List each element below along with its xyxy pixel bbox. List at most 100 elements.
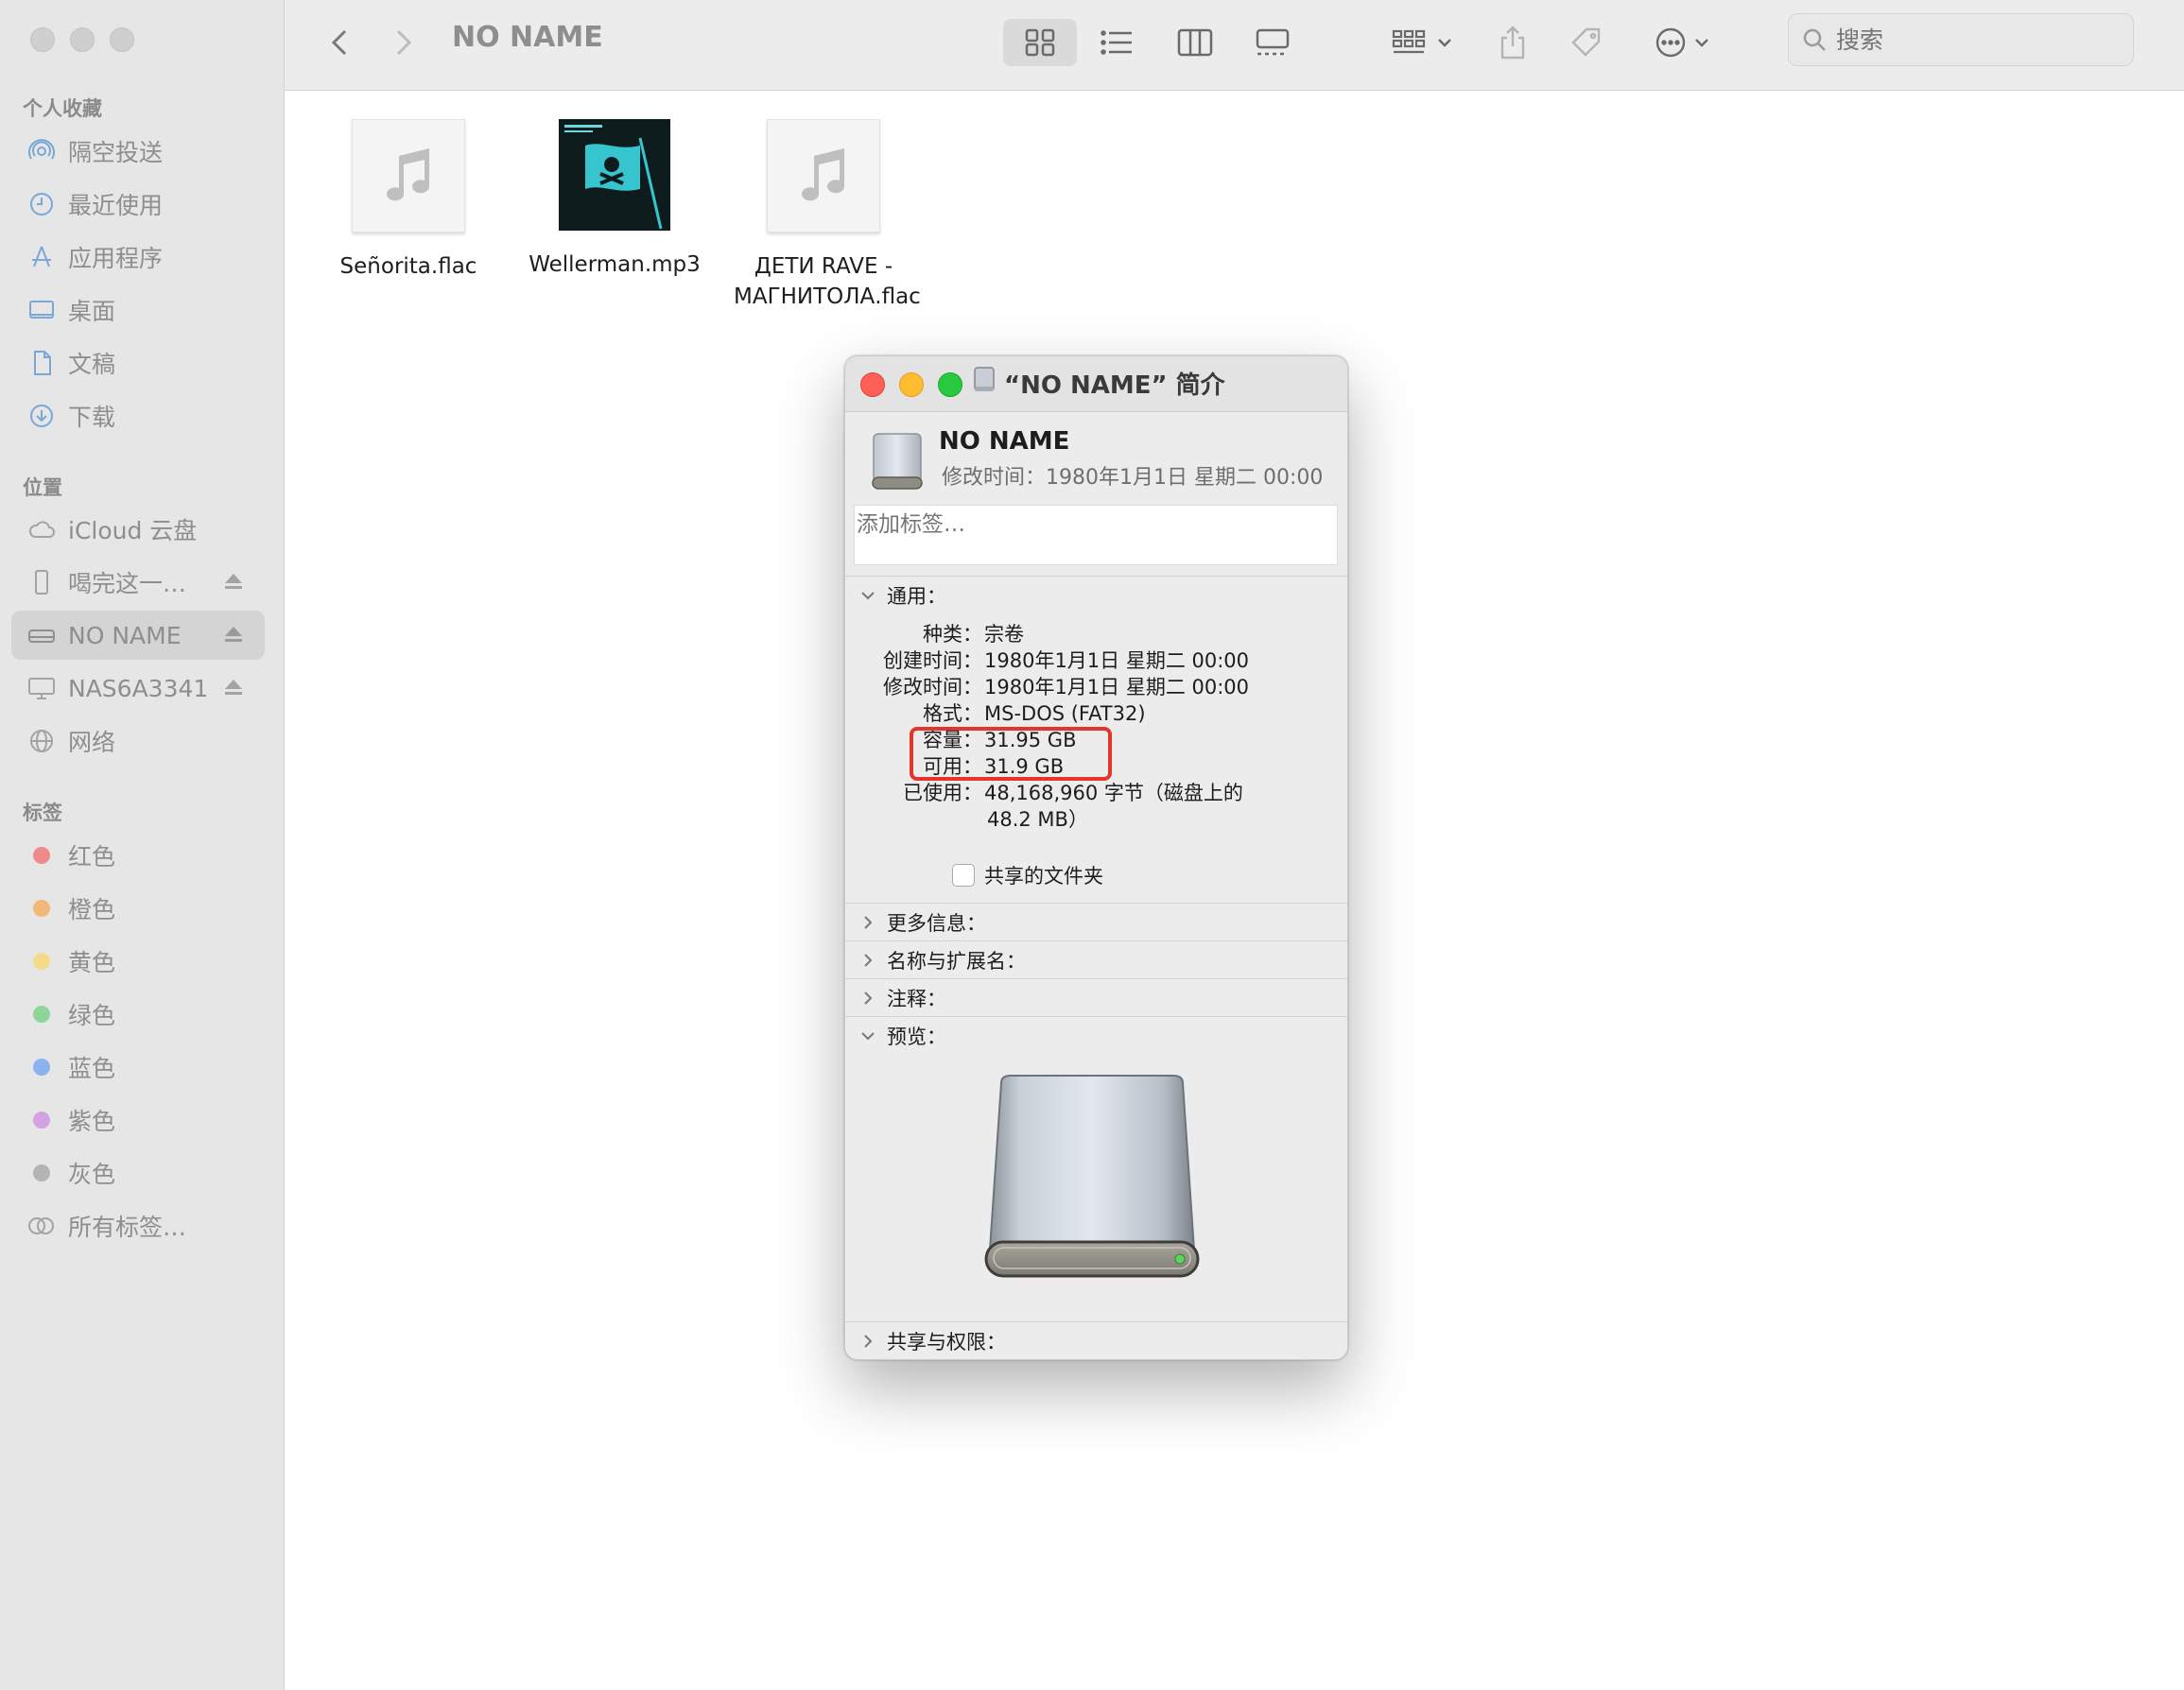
sidebar-item-label: 绿色: [68, 1002, 116, 1029]
file-item[interactable]: Señorita.flac: [300, 119, 517, 282]
desktop-icon: [26, 295, 57, 325]
file-item[interactable]: ДЕТИ RAVE - МАГНИТОЛА.flac: [715, 119, 932, 312]
toolbar: NO NAME: [285, 0, 2184, 91]
sidebar: 个人收藏 隔空投送 最近使用 应用程序 桌面 文稿 下载 位置 iCloud 云…: [0, 0, 285, 1690]
sidebar-tag-red[interactable]: 红色: [11, 831, 265, 880]
file-name: Señorita.flac: [339, 254, 477, 279]
sidebar-tag-green[interactable]: 绿色: [11, 990, 265, 1039]
tags-input[interactable]: [855, 511, 1331, 538]
minimize-button[interactable]: [899, 372, 924, 397]
more-info-section-header[interactable]: 更多信息：: [858, 908, 986, 937]
sidebar-item-phone[interactable]: 喝完这一…: [11, 558, 265, 607]
group-by-button[interactable]: [1381, 19, 1463, 66]
phone-icon: [26, 567, 57, 597]
tag-dot-icon: [26, 1105, 57, 1135]
download-icon: [26, 401, 57, 431]
list-icon: [1101, 30, 1132, 55]
zoom-button[interactable]: [110, 27, 134, 52]
sidebar-item-desktop[interactable]: 桌面: [11, 285, 265, 335]
get-info-window: “NO NAME” 简介 NO NAME 修改时间：1980年1月1日 星期二 …: [844, 355, 1348, 1360]
sidebar-item-downloads[interactable]: 下载: [11, 391, 265, 440]
window-title: NO NAME: [452, 21, 603, 54]
checkbox[interactable]: [952, 864, 975, 887]
comments-section-header[interactable]: 注释：: [858, 984, 946, 1012]
sharing-permissions-section-header[interactable]: 共享与权限：: [858, 1327, 1006, 1355]
eject-icon[interactable]: [223, 622, 244, 649]
forward-button[interactable]: [387, 19, 421, 66]
chevron-down-icon: [858, 590, 877, 601]
list-view-button[interactable]: [1081, 19, 1154, 66]
eject-icon[interactable]: [223, 675, 244, 702]
search-icon: [1803, 28, 1826, 51]
sidebar-item-recents[interactable]: 最近使用: [11, 180, 265, 229]
tags-field[interactable]: [854, 505, 1338, 565]
gallery-view-button[interactable]: [1236, 19, 1309, 66]
sidebar-item-network[interactable]: 网络: [11, 716, 265, 766]
sidebar-item-label: 下载: [68, 404, 116, 431]
tag-dot-icon: [26, 840, 57, 871]
general-section-header[interactable]: 通用：: [858, 581, 946, 610]
chevron-right-icon: [858, 953, 877, 968]
drive-icon: [26, 620, 57, 650]
column-view-button[interactable]: [1158, 19, 1232, 66]
share-icon: [1500, 26, 1525, 60]
share-button[interactable]: [1489, 19, 1536, 66]
name-extension-section-header[interactable]: 名称与扩展名：: [858, 946, 1026, 974]
divider: [845, 978, 1347, 979]
chevron-right-icon: [858, 1334, 877, 1349]
sidebar-item-nas[interactable]: NAS6A3341: [11, 664, 265, 713]
sidebar-tag-blue[interactable]: 蓝色: [11, 1043, 265, 1092]
search-input[interactable]: [1834, 25, 2103, 55]
shared-folder-checkbox[interactable]: 共享的文件夹: [952, 861, 1103, 889]
music-file-icon: [767, 119, 880, 233]
minimize-button[interactable]: [70, 27, 95, 52]
airdrop-icon: [26, 136, 57, 166]
group-grid-icon: [1392, 29, 1426, 54]
search-field[interactable]: [1788, 13, 2134, 66]
sidebar-item-label: 橙色: [68, 896, 116, 923]
preview-section-header[interactable]: 预览：: [858, 1022, 946, 1050]
tag-dot-icon: [26, 1158, 57, 1188]
modified-summary: 修改时间：1980年1月1日 星期二 00:00: [942, 466, 1324, 490]
file-item[interactable]: Wellerman.mp3: [506, 119, 723, 280]
sidebar-item-label: 灰色: [68, 1161, 116, 1188]
tag-button[interactable]: [1563, 19, 1610, 66]
sidebar-item-label: 网络: [68, 729, 116, 756]
zoom-button[interactable]: [938, 372, 962, 397]
sidebar-tag-orange[interactable]: 橙色: [11, 884, 265, 933]
volume-icon: [868, 430, 927, 496]
tag-dot-icon: [26, 999, 57, 1029]
chevron-down-icon: [858, 1030, 877, 1042]
sidebar-item-label: 蓝色: [68, 1055, 116, 1082]
sidebar-item-label: 应用程序: [68, 245, 164, 272]
sidebar-item-no-name[interactable]: NO NAME: [11, 611, 265, 660]
back-button[interactable]: [322, 19, 356, 66]
sidebar-tag-gray[interactable]: 灰色: [11, 1148, 265, 1198]
sidebar-tag-yellow[interactable]: 黄色: [11, 937, 265, 986]
divider: [845, 903, 1347, 904]
sidebar-tag-purple[interactable]: 紫色: [11, 1095, 265, 1145]
close-button[interactable]: [30, 27, 55, 52]
highlight-box: [910, 727, 1112, 781]
sidebar-item-applications[interactable]: 应用程序: [11, 233, 265, 282]
tag-dot-icon: [26, 893, 57, 923]
info-window-controls: [860, 372, 962, 397]
tag-dot-icon: [26, 946, 57, 976]
sidebar-item-icloud[interactable]: iCloud 云盘: [11, 505, 265, 554]
document-icon: [26, 348, 57, 378]
sidebar-item-documents[interactable]: 文稿: [11, 338, 265, 388]
eject-icon[interactable]: [223, 569, 244, 596]
sidebar-item-label: NO NAME: [68, 621, 182, 649]
window-controls: [30, 27, 134, 52]
info-titlebar: “NO NAME” 简介: [845, 356, 1347, 412]
sidebar-item-label: NAS6A3341: [68, 674, 209, 702]
favorites-header: 个人收藏: [23, 97, 102, 120]
all-tags-icon: [26, 1211, 57, 1241]
sidebar-item-airdrop[interactable]: 隔空投送: [11, 127, 265, 176]
sidebar-tag-all[interactable]: 所有标签…: [11, 1201, 265, 1250]
more-actions-button[interactable]: [1644, 19, 1720, 66]
close-button[interactable]: [860, 372, 885, 397]
file-name: ДЕТИ RAVE - МАГНИТОЛА.flac: [734, 254, 921, 309]
drive-preview-icon: [980, 1070, 1204, 1297]
icon-view-button[interactable]: [1003, 19, 1077, 66]
